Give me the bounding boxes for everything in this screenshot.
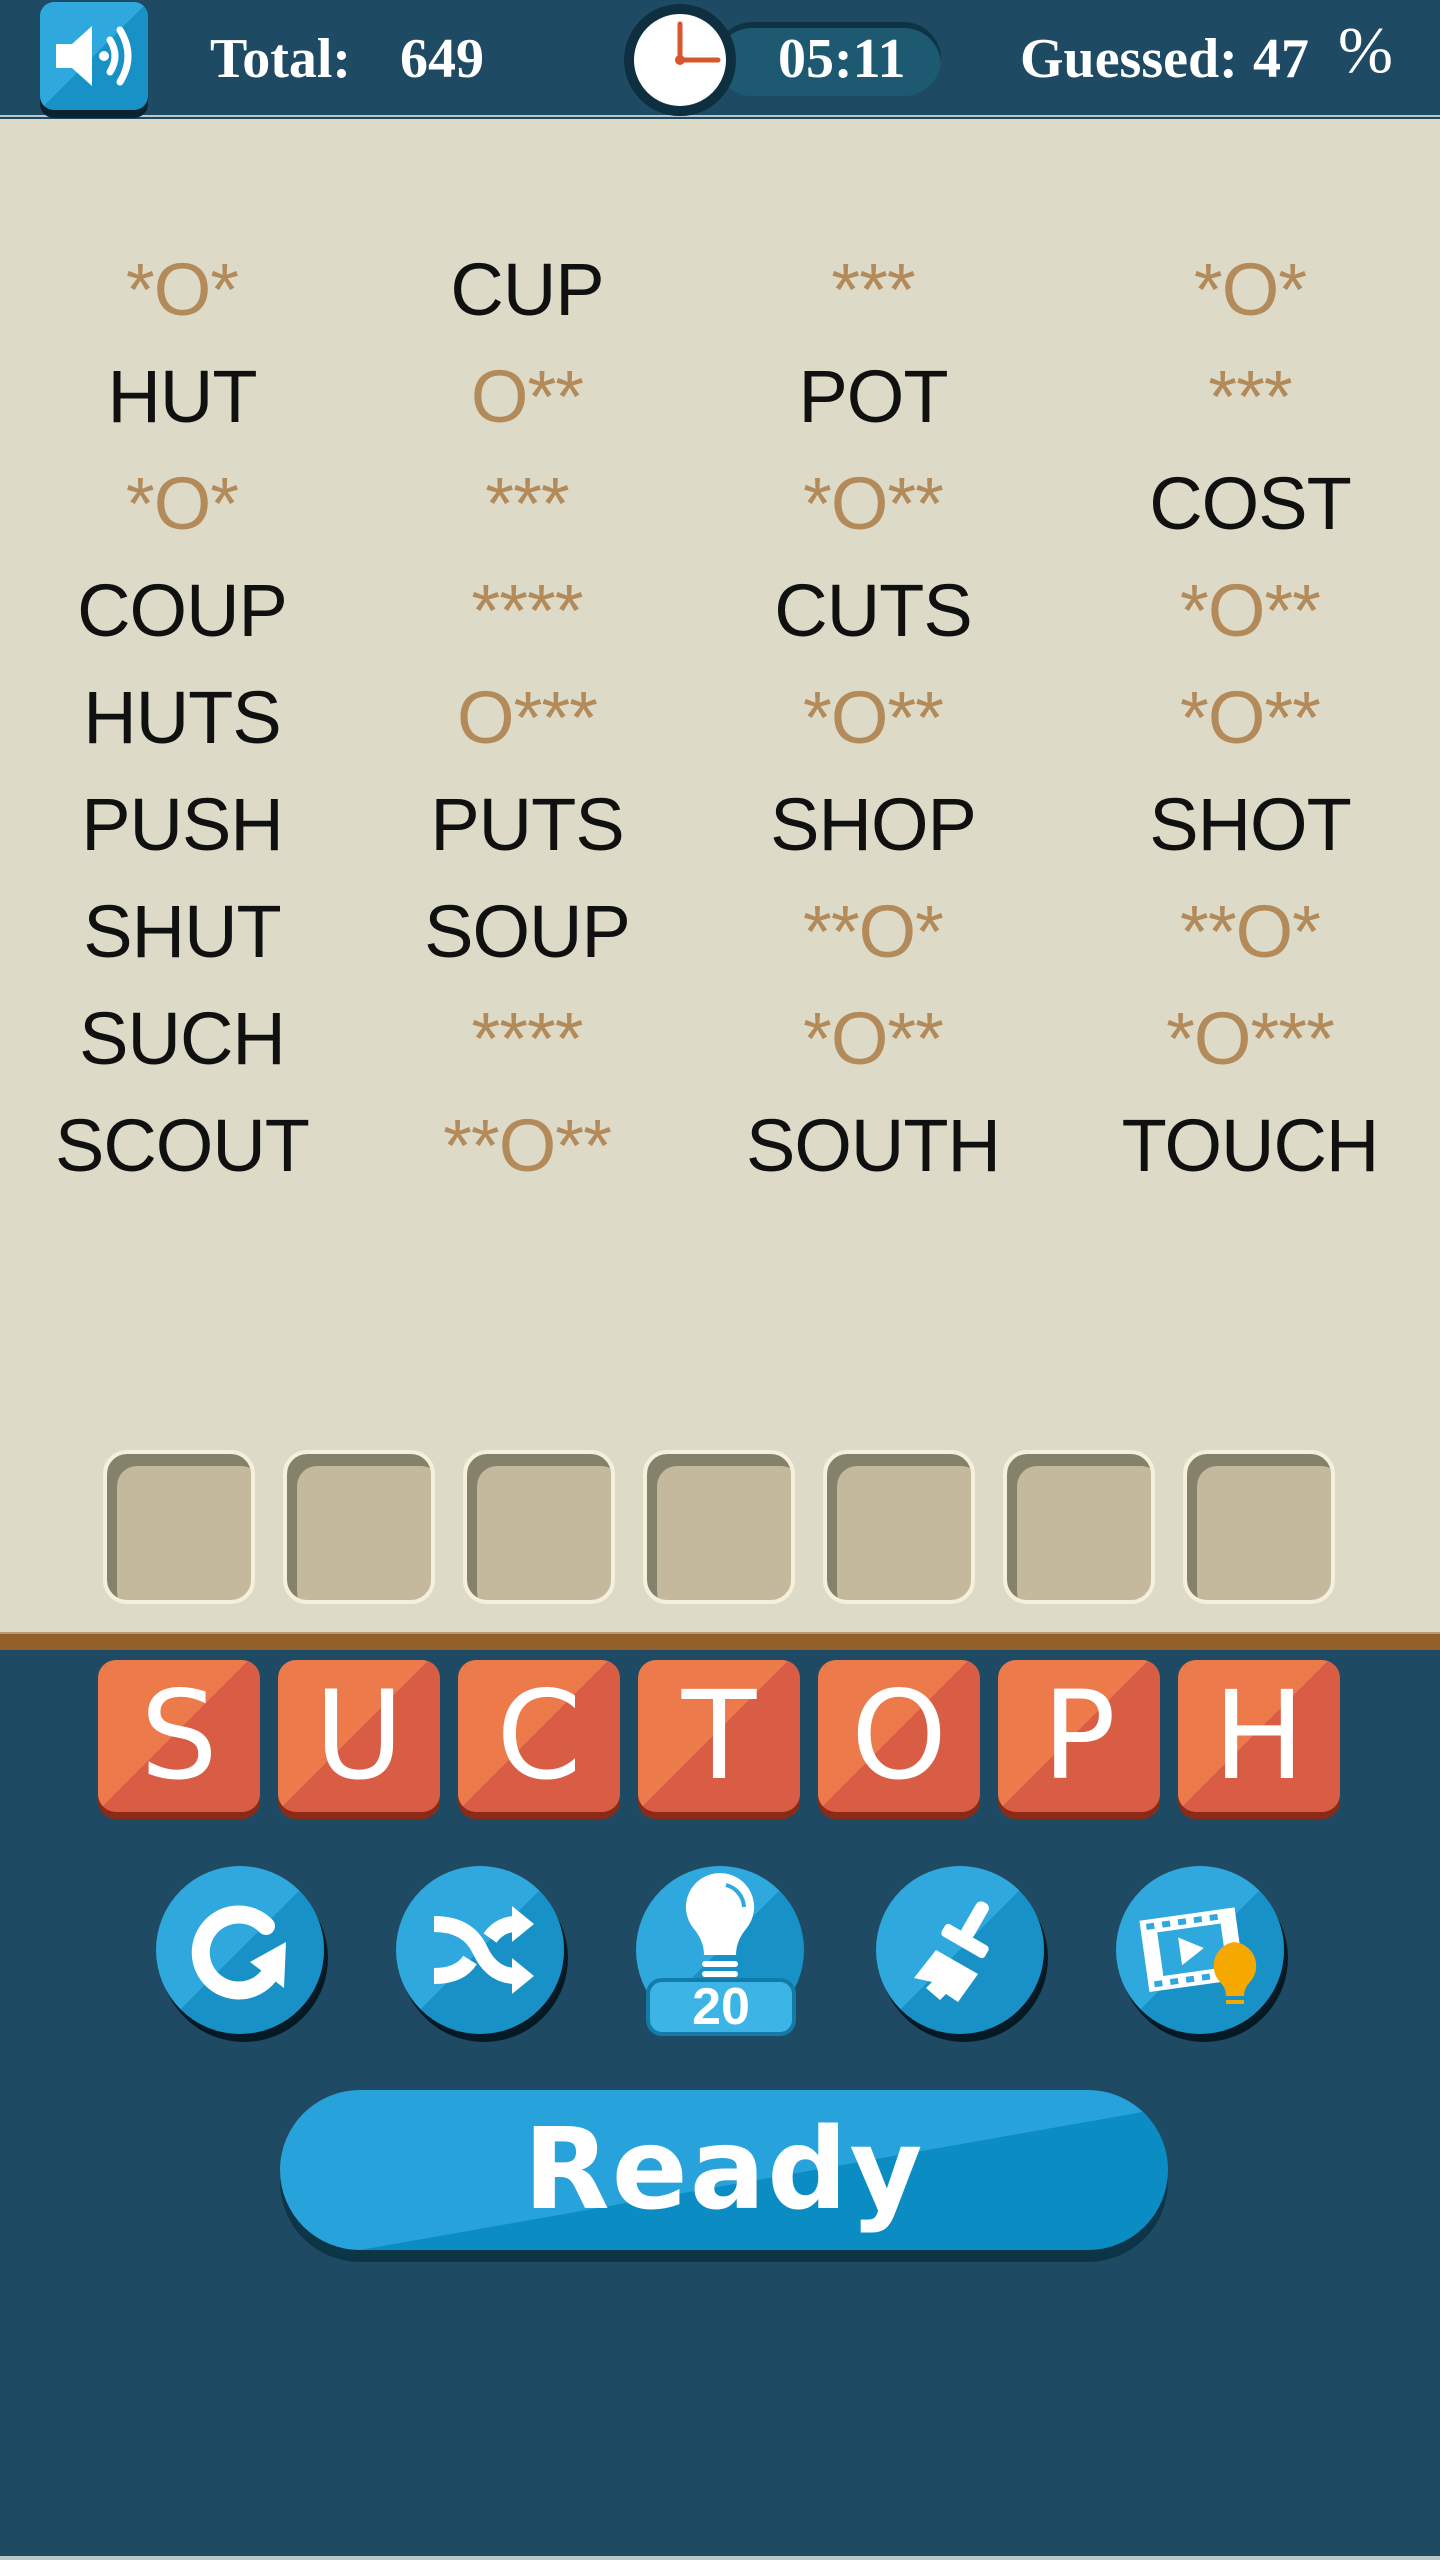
guessed-percent-sign: % <box>1338 14 1393 87</box>
hidden-word: **** <box>471 569 583 652</box>
found-word: SHOP <box>770 783 977 866</box>
found-word: PUTS <box>430 783 624 866</box>
answer-slot[interactable] <box>463 1450 615 1604</box>
hidden-word: **O** <box>443 1104 612 1187</box>
total-value: 649 <box>400 28 484 90</box>
letter-tile[interactable]: C <box>458 1660 620 1812</box>
ready-button[interactable]: Ready <box>280 2090 1168 2250</box>
found-word: COUP <box>77 569 288 652</box>
letter-tile[interactable]: P <box>998 1660 1160 1812</box>
answer-slot[interactable] <box>1003 1450 1155 1604</box>
clock-icon <box>624 4 736 116</box>
hidden-word: *O** <box>1180 569 1321 652</box>
shuffle-button[interactable] <box>396 1866 564 2034</box>
hidden-word: **O* <box>803 890 944 973</box>
board-divider <box>0 1632 1440 1650</box>
hidden-word: *** <box>1208 355 1292 438</box>
letter-tile[interactable]: H <box>1178 1660 1340 1812</box>
guessed-label: Guessed: <box>1020 28 1238 90</box>
hidden-word: *O* <box>125 248 239 331</box>
found-word: POT <box>798 355 948 438</box>
letter-tile[interactable]: U <box>278 1660 440 1812</box>
restart-icon <box>191 1905 286 2000</box>
guessed-value: 47 <box>1253 28 1309 90</box>
hidden-word: *O** <box>803 997 944 1080</box>
clear-button[interactable] <box>876 1866 1044 2034</box>
found-word: HUT <box>107 355 257 438</box>
header-bar: Total: 649 05:11 Guessed: 47 % <box>0 0 1440 117</box>
hidden-word: *O* <box>125 462 239 545</box>
game-board <box>0 119 1440 1632</box>
shuffle-icon <box>433 1906 534 1994</box>
broom-icon <box>914 1901 989 2002</box>
hidden-word: *O** <box>1180 676 1321 759</box>
found-word: CUP <box>450 248 604 331</box>
answer-slot[interactable] <box>103 1450 255 1604</box>
answer-slot[interactable] <box>1183 1450 1335 1604</box>
answer-slot[interactable] <box>283 1450 435 1604</box>
hidden-word: *O*** <box>1166 997 1335 1080</box>
found-word: SHUT <box>83 890 281 973</box>
hidden-word: *O** <box>803 676 944 759</box>
found-word: SOUTH <box>746 1104 1001 1187</box>
restart-button[interactable] <box>156 1866 324 2034</box>
hidden-word: **O* <box>1180 890 1321 973</box>
hidden-word: O*** <box>457 676 598 759</box>
found-word: SUCH <box>79 997 286 1080</box>
speaker-icon <box>56 26 132 86</box>
found-word: PUSH <box>81 783 284 866</box>
hidden-word: O** <box>470 355 584 438</box>
found-word: SOUP <box>424 890 631 973</box>
found-word: TOUCH <box>1121 1104 1380 1187</box>
hint-count-badge: 20 <box>646 1978 796 2036</box>
sound-toggle-button[interactable] <box>40 2 148 110</box>
found-word: SCOUT <box>55 1104 310 1187</box>
hidden-word: *** <box>831 248 915 331</box>
hidden-word: *O** <box>803 462 944 545</box>
answer-slot[interactable] <box>823 1450 975 1604</box>
answer-slot[interactable] <box>643 1450 795 1604</box>
found-word: HUTS <box>83 676 281 759</box>
letter-tile[interactable]: O <box>818 1660 980 1812</box>
found-word: SHOT <box>1149 783 1352 866</box>
found-word: CUTS <box>774 569 972 652</box>
hint-button[interactable]: 20 <box>636 1866 804 2036</box>
found-word: COST <box>1149 462 1352 545</box>
video-lightbulb-icon <box>1139 1907 1257 2004</box>
letter-tile[interactable]: S <box>98 1660 260 1812</box>
hidden-word: *** <box>485 462 569 545</box>
hidden-word: *O* <box>1193 248 1307 331</box>
bottom-edge <box>0 2556 1440 2560</box>
hidden-word: **** <box>471 997 583 1080</box>
letter-tile[interactable]: T <box>638 1660 800 1812</box>
timer-value: 05:11 <box>778 28 906 90</box>
total-label: Total: <box>210 28 352 90</box>
video-hint-button[interactable] <box>1116 1866 1284 2034</box>
